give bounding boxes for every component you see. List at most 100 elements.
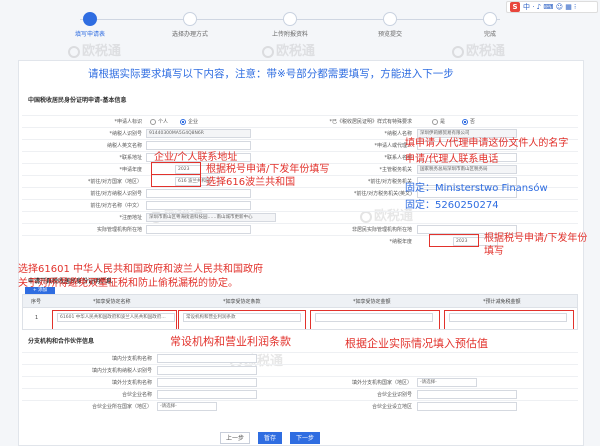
form-row: 填内分支机构纳税人识别号	[22, 364, 578, 376]
country-label: *前往/对方国家（地区）	[87, 179, 142, 185]
step-indicator: 填写申请表 选择办理方式 上传附报资料 预览提交 完成	[40, 8, 560, 42]
highlight-tax-year	[429, 234, 479, 247]
taxpayer-id-field[interactable]: 91440300MA5G4Q8N6R	[146, 129, 251, 138]
annotation-fixed-ministry: 固定：Ministerstwo Finansów	[405, 183, 548, 194]
foreign-taxpayer-id-label: 前往/对方纳税人识别号	[90, 191, 142, 197]
clause-select[interactable]: 常设机构和营业利润条款	[183, 313, 301, 322]
branch-id-label: 填内分支机构纳税人识别号	[91, 368, 152, 374]
treaty-select[interactable]: 61601 中华人民共和国政府和波兰人民共和国政府…	[57, 313, 175, 322]
partner-region-label: 合伙企业设立地区	[371, 404, 412, 410]
annotation-applicant-name: 填申请人/代理申请这份文件人的名字	[405, 138, 569, 149]
col-amount-header: *如享受协定金额	[353, 299, 391, 305]
partner-name-label: 合伙企业名称	[121, 392, 152, 398]
agent-label: *申请人或代理人	[374, 143, 412, 149]
step-3: 上传附报资料	[250, 8, 330, 38]
annotation-line: 根据税号申请/下发年份	[484, 233, 588, 244]
prev-button[interactable]: 上一步	[220, 432, 250, 444]
step-dot-icon	[83, 12, 97, 26]
next-button[interactable]: 下一步	[290, 432, 320, 444]
annotation-line: 选择61601 中华人民共和国政府和波兰人民共和国政府	[18, 264, 263, 275]
branch-id-field[interactable]	[157, 366, 257, 375]
estimate-field[interactable]	[449, 313, 567, 322]
notice-text: 请根据实际要求填写以下内容，注意：带※号部分都需要填写，方能进入下一步	[88, 68, 454, 80]
form-row: *申请人标识 个人 企业 *已《税收居民证明》样式有特殊要求 是 否	[22, 115, 578, 127]
en-name-label: 纳税人英文名称	[106, 143, 142, 149]
step-label: 填写申请表	[74, 31, 105, 38]
step-4: 预览提交	[350, 8, 430, 38]
taxpayer-name-field[interactable]: 深圳伊莉娜贸易有限公司	[417, 129, 517, 138]
foreign-name-label: 前往/对方名称（中文）	[90, 203, 142, 209]
annotation-line: 填写	[484, 246, 504, 257]
radio-enterprise[interactable]: 企业	[180, 118, 198, 125]
partner-country-select[interactable]: -请选择-	[157, 402, 217, 411]
form-row: 合伙企业名称 合伙企业识别号	[22, 388, 578, 400]
registered-address-field[interactable]: 深圳市南山区粤海街道科技园……南山城市更新中心	[146, 213, 276, 222]
step-label: 上传附报资料	[271, 31, 308, 38]
nonresident-org-label: 非居民实际管理机构所在地	[351, 227, 412, 233]
form-row: 填外分支机构名称 填外分支机构国家（地区） -请选择-	[22, 376, 578, 388]
col-treaty-header: *如享受协定名称	[93, 299, 131, 305]
special-format-label: *已《税收居民证明》样式有特殊要求	[329, 119, 412, 125]
branch-name-label: 填内分支机构名称	[111, 356, 152, 362]
foreign-name-field[interactable]	[146, 201, 251, 210]
step-dot-icon	[383, 12, 397, 26]
watermark: 欧税通	[262, 40, 315, 59]
annotation-applicant-phone: 申请/代理人联系电话	[405, 154, 499, 165]
actual-org-field[interactable]	[146, 225, 251, 234]
step-label: 预览提交	[377, 31, 402, 38]
table-row: 1 61601 中华人民共和国政府和波兰人民共和国政府… 常设机构和营业利润条款	[22, 308, 578, 330]
branch-name-field[interactable]	[157, 354, 257, 363]
branch-foreign-name-field[interactable]	[157, 378, 257, 387]
step-label: 完成	[483, 31, 496, 38]
actual-org-label: 实际管理机构所在地	[96, 227, 142, 233]
section-title-basic: 中国税收居民身份证明申请-基本信息	[28, 97, 127, 104]
annotation-fixed-nip: 固定：5260250274	[405, 200, 499, 211]
apply-year-label: *申请年度	[119, 167, 142, 173]
annotation-clause: 常设机构和营业利润条款	[170, 335, 291, 348]
radio-yes[interactable]: 是	[432, 118, 445, 125]
partner-region-field[interactable]	[417, 402, 517, 411]
row-number: 1	[35, 315, 39, 321]
step-5: 完成	[450, 8, 530, 38]
annotation-treaty: 选择61601 中华人民共和国政府和波兰人民共和国政府 关于对所得避免双重征税和…	[18, 263, 263, 291]
watermark-logo-icon	[452, 45, 464, 58]
partner-id-field[interactable]	[417, 390, 517, 399]
step-label: 选择办理方式	[171, 31, 208, 38]
radio-no[interactable]: 否	[462, 118, 475, 125]
amount-field[interactable]	[315, 313, 433, 322]
applicant-type-label: *申请人标识	[114, 119, 142, 125]
partner-name-field[interactable]	[157, 390, 257, 399]
step-2: 选择办理方式	[150, 8, 230, 38]
form-row: 合伙企业所在国家（地区） -请选择- 合伙企业设立地区	[22, 400, 578, 412]
branch-foreign-country-select[interactable]: -请选择-	[417, 378, 477, 387]
en-name-field[interactable]	[146, 141, 251, 150]
annotation-estimate: 根据企业实际情况填入预估值	[345, 337, 488, 350]
step-dot-icon	[183, 12, 197, 26]
col-no-header: 序号	[31, 299, 42, 305]
tax-year-label: *纳税年度	[389, 239, 412, 245]
tax-authority-label: *主管税务机关	[379, 167, 412, 173]
watermark-logo-icon	[68, 45, 80, 58]
radio-icon	[150, 118, 156, 125]
section-title-branch: 分支机构和合作伙伴信息	[28, 338, 95, 345]
foreign-taxpayer-id-field[interactable]	[146, 189, 251, 198]
tax-authority-field[interactable]: 国家税务总局深圳市南山区税务局	[417, 165, 517, 174]
radio-individual[interactable]: 个人	[150, 118, 168, 125]
foreign-tax-authority-label: *前往/对方税务机关	[367, 179, 412, 185]
highlight-country	[151, 174, 201, 187]
save-button[interactable]: 暂存	[258, 432, 282, 444]
branch-foreign-name-label: 填外分支机构名称	[111, 380, 152, 386]
annotation-tax-year-2: 根据税号申请/下发年份 填写	[484, 232, 587, 258]
contact-address-label: *联系地址	[119, 155, 142, 161]
step-dot-icon	[483, 12, 497, 26]
step-dot-icon	[283, 12, 297, 26]
annotation-tax-year: 根据税号申请/下发年份填写	[206, 164, 330, 175]
partner-country-label: 合伙企业所在国家（地区）	[91, 404, 152, 410]
contact-name-label: *联系人名称	[384, 155, 412, 161]
annotation-line: 关于对所得避免双重征税和防止偷税漏税的协定。	[18, 278, 238, 289]
treaty-table-header: 序号 *如享受协定名称 *如享受协定条款 *如享受协定金额 *预计减免税金额	[22, 294, 578, 308]
annotation-choose-poland: 选择616波兰共和国	[206, 177, 296, 188]
radio-checked-icon	[180, 118, 186, 125]
taxpayer-id-label: *纳税人识别号	[109, 131, 142, 137]
radio-checked-icon	[462, 118, 468, 125]
